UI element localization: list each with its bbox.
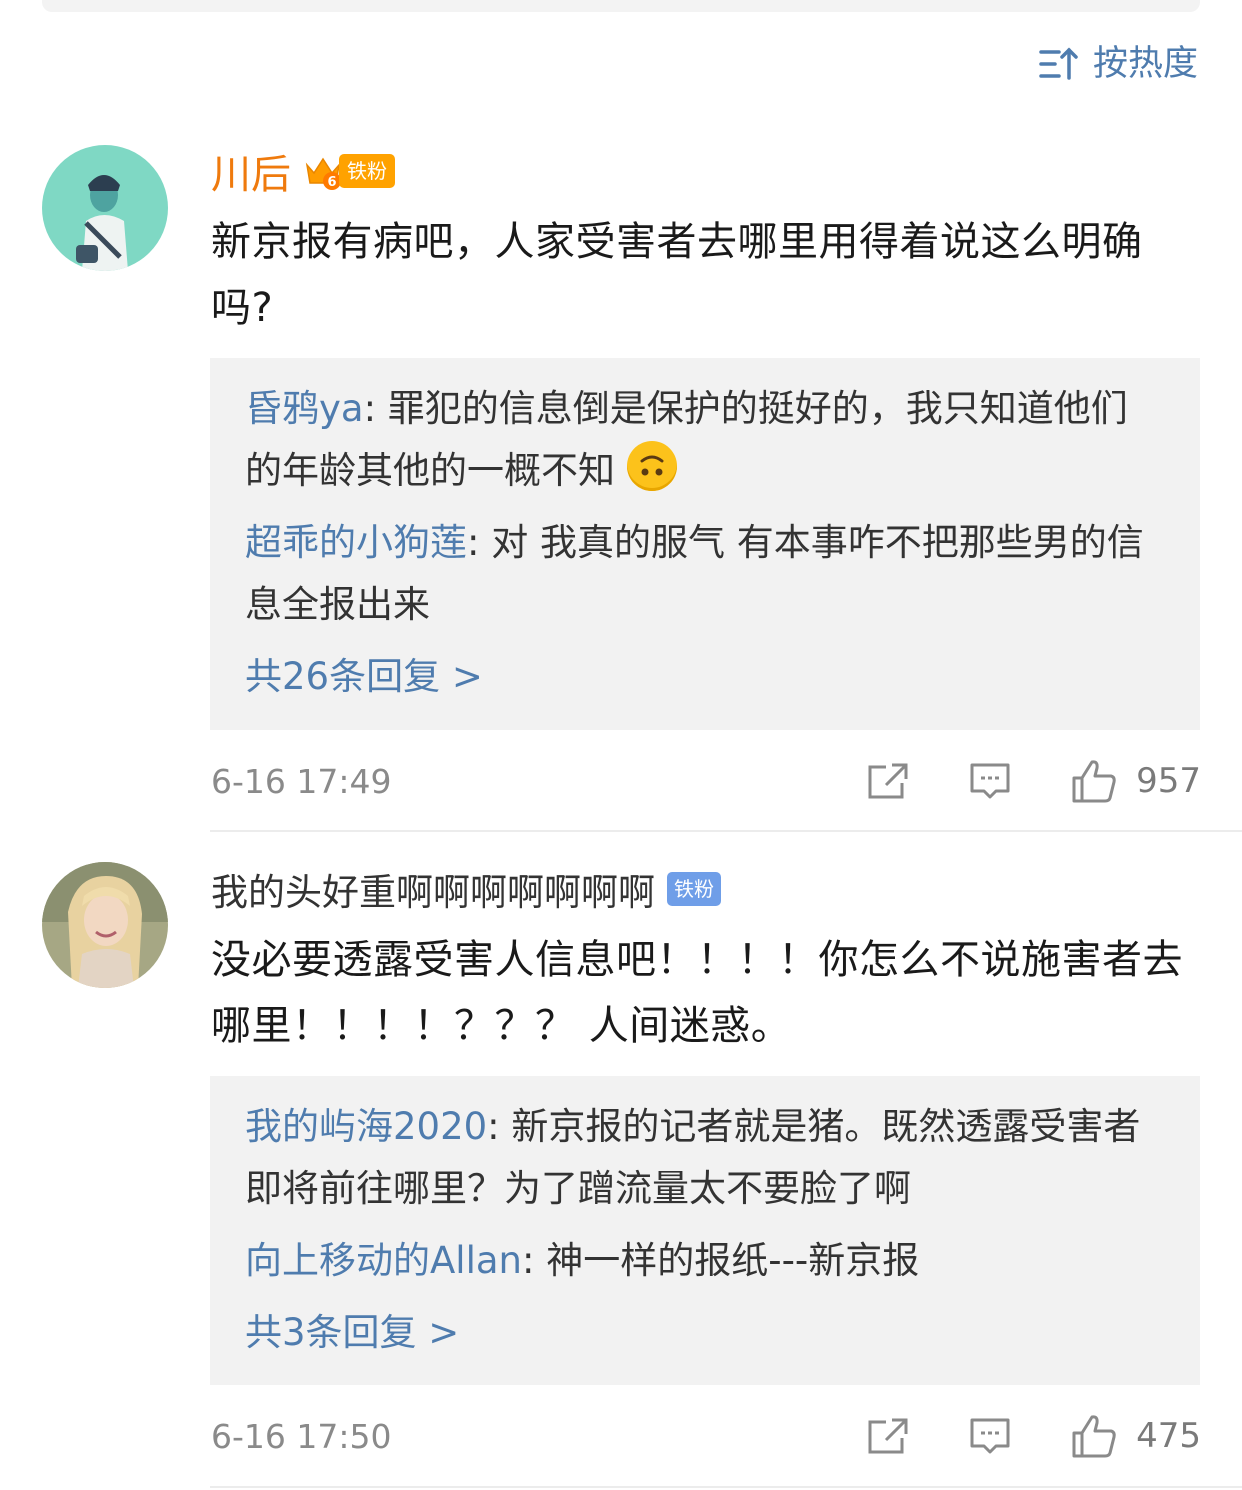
fan-level-crown-icon: 6: [305, 157, 341, 190]
reply-text: : 神一样的报纸---新京报: [522, 1239, 920, 1282]
repost-icon: [868, 763, 908, 799]
reply-preview-box[interactable]: 昏鸦ya: 罪犯的信息倒是保护的挺好的，我只知道他们的年龄其他的一概不知 超乖的…: [210, 358, 1200, 730]
reply-item[interactable]: 向上移动的Allan: 神一样的报纸---新京报: [245, 1230, 1164, 1292]
reply-username[interactable]: 昏鸦ya: [245, 387, 364, 430]
comment-text: 没必要透露受害人信息吧！！！！你怎么不说施害者去哪里！！！！？？？ 人间迷惑。: [211, 937, 1183, 1049]
reply-preview-box[interactable]: 我的屿海2020: 新京报的记者就是猪。既然透露受害者即将前往哪里？为了蹭流量太…: [210, 1076, 1200, 1385]
previous-card-edge: [42, 0, 1200, 12]
thumbs-up-icon: [1072, 1415, 1116, 1458]
sort-desc-icon: [1039, 47, 1078, 80]
reply-username[interactable]: 超乖的小狗莲: [245, 521, 467, 564]
upside-down-face-emoji-icon: [626, 441, 677, 491]
comment-divider: [210, 830, 1242, 832]
like-count: 957: [1136, 761, 1201, 801]
comment-icon: [970, 1418, 1010, 1454]
reply-username[interactable]: 我的屿海2020: [245, 1105, 487, 1148]
reply-item[interactable]: 超乖的小狗莲: 对 我真的服气 有本事咋不把那些男的信息全报出来: [245, 512, 1164, 636]
reply-username[interactable]: 向上移动的Allan: [245, 1239, 522, 1282]
like-button[interactable]: 475: [1070, 1413, 1201, 1459]
comment-time: 6-16 17:49: [211, 761, 392, 801]
comment-time: 6-16 17:50: [211, 1416, 392, 1456]
sort-by-hot-button[interactable]: 按热度: [1039, 42, 1198, 86]
reply-button[interactable]: [968, 1416, 1012, 1456]
username[interactable]: 川后: [211, 142, 291, 200]
iron-fan-badge: 铁粉: [339, 154, 395, 188]
thumbs-up-icon: [1072, 760, 1116, 803]
repost-button[interactable]: [866, 1416, 910, 1456]
iron-fan-badge: 铁粉: [667, 872, 721, 906]
reply-item[interactable]: 昏鸦ya: 罪犯的信息倒是保护的挺好的，我只知道他们的年龄其他的一概不知: [245, 378, 1164, 502]
avatar[interactable]: [42, 862, 168, 988]
reply-item[interactable]: 我的屿海2020: 新京报的记者就是猪。既然透露受害者即将前往哪里？为了蹭流量太…: [245, 1096, 1164, 1220]
fan-level-number: 6: [327, 175, 336, 190]
username[interactable]: 我的头好重啊啊啊啊啊啊啊: [211, 862, 655, 916]
view-all-replies-link[interactable]: 共26条回复 >: [245, 646, 1164, 708]
reply-button[interactable]: [968, 761, 1012, 801]
comment-text: 新京报有病吧，人家受害者去哪里用得着说这么明确吗?: [211, 219, 1143, 331]
sort-label: 按热度: [1092, 44, 1198, 84]
reply-text: : 罪犯的信息倒是保护的挺好的，我只知道他们的年龄其他的一概不知: [245, 387, 1128, 492]
repost-icon: [868, 1418, 908, 1454]
avatar[interactable]: [42, 145, 168, 271]
like-button[interactable]: 957: [1070, 758, 1201, 804]
like-count: 475: [1136, 1416, 1201, 1456]
repost-button[interactable]: [866, 761, 910, 801]
comment-icon: [970, 763, 1010, 799]
view-all-replies-link[interactable]: 共3条回复 >: [245, 1302, 1164, 1364]
comment-divider: [210, 1486, 1242, 1488]
